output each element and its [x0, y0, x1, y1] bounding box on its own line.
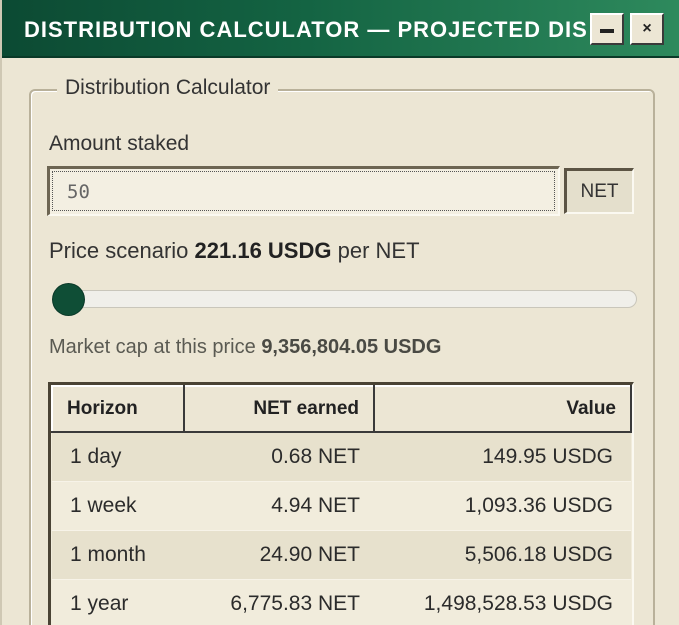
cell-net-earned: 24.90 NET [184, 530, 374, 580]
header-value[interactable]: Value [373, 385, 632, 433]
table-row: 1 week 4.94 NET 1,093.36 USDG [52, 481, 631, 531]
amount-input[interactable] [47, 166, 560, 216]
price-suffix: per NET [337, 238, 420, 263]
cell-value: 1,498,528.53 USDG [374, 579, 631, 625]
title-bar[interactable]: DISTRIBUTION CALCULATOR — PROJECTED DIS…… [2, 0, 679, 58]
header-net-earned[interactable]: NET earned [183, 385, 375, 433]
distribution-table: Horizon NET earned Value 1 day 0.68 NET … [48, 382, 634, 625]
groupbox-legend: Distribution Calculator [57, 76, 279, 100]
cell-horizon: 1 day [52, 432, 184, 482]
cell-net-earned: 0.68 NET [184, 432, 374, 482]
cell-horizon: 1 year [52, 579, 184, 625]
cell-value: 1,093.36 USDG [374, 481, 631, 531]
table-header-row: Horizon NET earned Value [51, 385, 632, 433]
cell-net-earned: 6,775.83 NET [184, 579, 374, 625]
cell-horizon: 1 week [52, 481, 184, 531]
unit-button[interactable]: NET [564, 168, 634, 214]
price-slider-thumb[interactable] [53, 284, 84, 315]
cell-value: 149.95 USDG [374, 432, 631, 482]
table-row: 1 month 24.90 NET 5,506.18 USDG [52, 530, 631, 580]
cell-horizon: 1 month [52, 530, 184, 580]
price-value: 221.16 USDG [194, 238, 332, 263]
window-title: DISTRIBUTION CALCULATOR — PROJECTED DIS… [24, 17, 611, 42]
header-horizon[interactable]: Horizon [51, 385, 185, 433]
cell-net-earned: 4.94 NET [184, 481, 374, 531]
market-cap-value: 9,356,804.05 USDG [261, 336, 442, 358]
cell-value: 5,506.18 USDG [374, 530, 631, 580]
table-row: 1 year 6,775.83 NET 1,498,528.53 USDG [52, 579, 631, 625]
close-icon: × [642, 20, 652, 37]
market-cap: Market cap at this price 9,356,804.05 US… [49, 336, 441, 359]
minimize-icon [600, 29, 614, 33]
unit-label: NET [580, 180, 619, 202]
price-slider-track[interactable] [54, 290, 637, 308]
close-button[interactable]: × [630, 13, 664, 45]
price-prefix: Price scenario [49, 238, 189, 263]
price-scenario: Price scenario 221.16 USDG per NET [49, 238, 420, 264]
market-cap-prefix: Market cap at this price [49, 336, 256, 358]
calculator-window: DISTRIBUTION CALCULATOR — PROJECTED DIS…… [0, 0, 679, 625]
amount-label: Amount staked [49, 132, 190, 155]
table-row: 1 day 0.68 NET 149.95 USDG [52, 432, 631, 482]
minimize-button[interactable] [590, 13, 624, 45]
